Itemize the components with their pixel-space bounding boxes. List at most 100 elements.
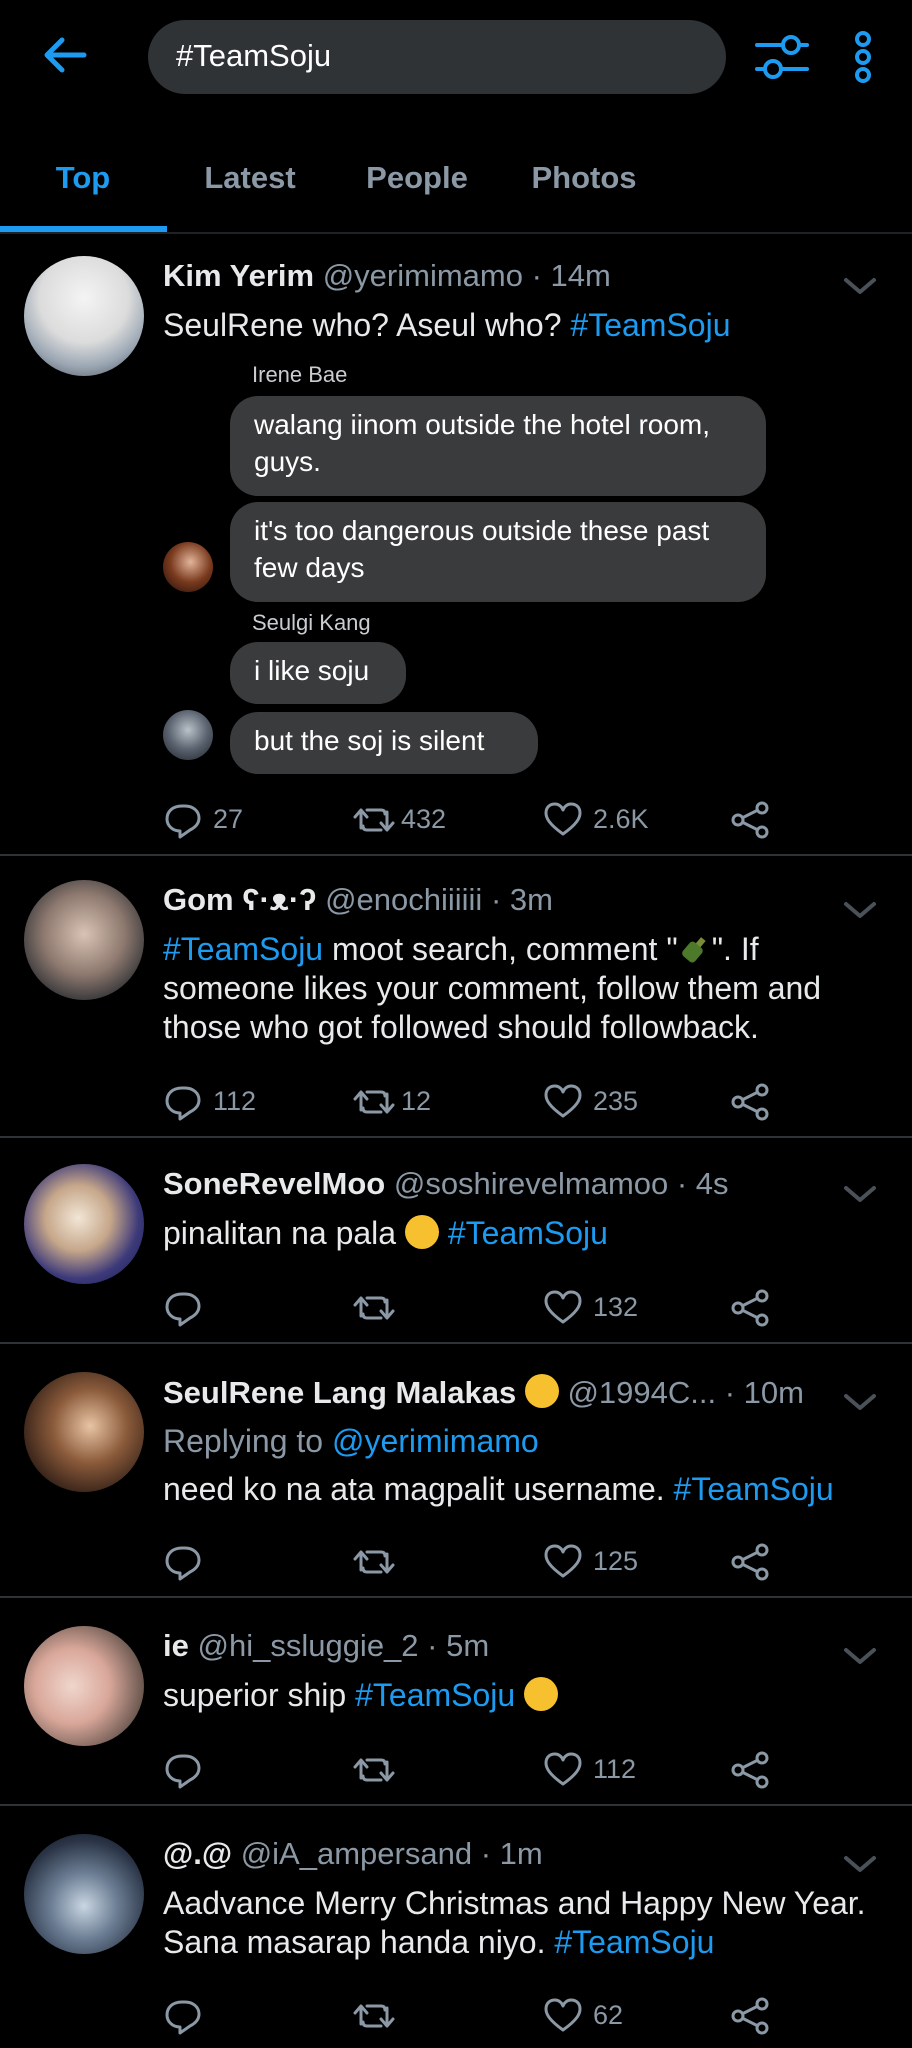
chevron-down-icon[interactable] xyxy=(843,1184,877,1206)
overflow-menu-icon[interactable] xyxy=(848,30,878,84)
tweet-text: Aadvance Merry Christmas and Happy New Y… xyxy=(163,1884,898,1962)
heart-icon xyxy=(544,802,582,836)
tweet-actions: 132 xyxy=(163,1286,783,1328)
tweet-text-plain: Aadvance Merry Christmas and Happy New Y… xyxy=(163,1885,866,1960)
tweet-time: · 5m xyxy=(427,1628,490,1663)
retweet-count: 12 xyxy=(401,1086,432,1116)
author-handle[interactable]: @hi_ssluggie_2 xyxy=(197,1628,418,1663)
tweet-actions: 62 xyxy=(163,1994,783,2036)
avatar[interactable] xyxy=(24,1834,144,1954)
chevron-down-icon[interactable] xyxy=(843,1392,877,1414)
retweet-icon xyxy=(353,1296,395,1320)
heart-icon xyxy=(544,1998,582,2032)
hashtag-link[interactable]: #TeamSoju xyxy=(163,931,323,967)
author-name[interactable]: SoneRevelMoo xyxy=(163,1166,385,1201)
tweet[interactable]: ie @hi_ssluggie_2 · 5m superior ship #Te… xyxy=(0,1598,912,1806)
bottle-emoji-icon xyxy=(681,937,706,963)
tweet-actions: 112 12 235 xyxy=(163,1080,783,1122)
author-name[interactable]: ie xyxy=(163,1628,189,1663)
hashtag-link[interactable]: #TeamSoju xyxy=(674,1471,834,1507)
chat-bubble: it's too dangerous outside these past fe… xyxy=(230,502,766,602)
hashtag-link[interactable]: #TeamSoju xyxy=(355,1677,515,1713)
like-count: 2.6K xyxy=(593,804,649,834)
hashtag-link[interactable]: #TeamSoju xyxy=(554,1924,714,1960)
avatar[interactable] xyxy=(24,1372,144,1492)
woozy-face-emoji-icon xyxy=(524,1374,559,1408)
tweet[interactable]: @.@ @iA_ampersand · 1m Aadvance Merry Ch… xyxy=(0,1806,912,2048)
tweet-text-plain: superior ship xyxy=(163,1677,347,1713)
chevron-down-icon[interactable] xyxy=(843,1854,877,1876)
reply-count: 27 xyxy=(213,804,244,834)
retweet-icon xyxy=(353,1758,395,1782)
replying-to-label: Replying to xyxy=(163,1423,324,1459)
tweet-time: · 3m xyxy=(490,882,553,917)
hashtag-link[interactable]: #TeamSoju xyxy=(570,307,730,343)
tweet-header: SeulRene Lang Malakas @1994C... · 10m xyxy=(163,1374,804,1411)
share-icon xyxy=(731,1289,769,1327)
reply-to-handle[interactable]: @yerimimamo xyxy=(332,1423,539,1459)
tired-face-emoji-icon xyxy=(524,1677,559,1711)
tweet-text-plain: pinalitan na pala xyxy=(163,1215,397,1251)
chevron-down-icon[interactable] xyxy=(843,276,877,298)
avatar[interactable] xyxy=(24,1626,144,1746)
tweet-actions: 27 432 2.6K xyxy=(163,798,783,840)
tweet[interactable]: SoneRevelMoo @soshirevelmamoo · 4s pinal… xyxy=(0,1138,912,1344)
tweet-text: pinalitan na pala #TeamSoju xyxy=(163,1214,898,1253)
author-handle[interactable]: @soshirevelmamoo xyxy=(394,1166,668,1201)
avatar[interactable] xyxy=(24,256,144,376)
avatar[interactable] xyxy=(24,880,144,1000)
tab-latest[interactable]: Latest xyxy=(167,140,333,224)
chat-avatar xyxy=(163,710,213,760)
tweet-text: #TeamSoju moot search, comment " ". If so… xyxy=(163,930,898,1047)
heart-icon xyxy=(544,1290,582,1324)
author-name[interactable]: Gom ʕ·ᴥ·ʔ xyxy=(163,882,316,917)
tweet-actions: 125 xyxy=(163,1540,783,1582)
heart-icon xyxy=(544,1752,582,1786)
author-handle[interactable]: @enochiiiiii xyxy=(325,882,482,917)
author-name[interactable]: @.@ xyxy=(163,1836,232,1871)
tweet-header: SoneRevelMoo @soshirevelmamoo · 4s xyxy=(163,1166,729,1202)
hashtag-link[interactable]: #TeamSoju xyxy=(448,1215,608,1251)
chat-sender-name: Irene Bae xyxy=(252,362,348,387)
like-count: 132 xyxy=(593,1292,639,1322)
tweet[interactable]: Gom ʕ·ᴥ·ʔ @enochiiiiii · 3m #TeamSoju mo… xyxy=(0,856,912,1138)
retweet-icon xyxy=(353,1090,395,1114)
like-count: 125 xyxy=(593,1546,639,1576)
search-input[interactable]: #TeamSoju xyxy=(148,20,726,94)
search-filter-icon[interactable] xyxy=(755,30,809,84)
tweet-time: · 14m xyxy=(531,258,611,293)
reply-icon xyxy=(165,1546,201,1581)
chevron-down-icon[interactable] xyxy=(843,900,877,922)
tweet-header: ie @hi_ssluggie_2 · 5m xyxy=(163,1628,489,1664)
reply-icon xyxy=(165,1754,201,1789)
share-icon xyxy=(731,1543,769,1581)
back-arrow-icon[interactable] xyxy=(40,30,90,80)
share-icon xyxy=(731,1751,769,1789)
tab-photos[interactable]: Photos xyxy=(501,140,667,224)
author-handle[interactable]: @1994C... xyxy=(567,1375,716,1410)
chat-avatar xyxy=(163,542,213,592)
chevron-down-icon[interactable] xyxy=(843,1646,877,1668)
tweet-text: superior ship #TeamSoju xyxy=(163,1676,898,1715)
like-count: 235 xyxy=(593,1086,639,1116)
tab-people[interactable]: People xyxy=(334,140,500,224)
chat-bubble: but the soj is silent xyxy=(230,712,538,774)
author-name[interactable]: Kim Yerim xyxy=(163,258,314,293)
tweet[interactable]: SeulRene Lang Malakas @1994C... · 10m Re… xyxy=(0,1344,912,1598)
attached-image[interactable]: Irene Bae walang iinom outside the hotel… xyxy=(160,362,866,782)
retweet-icon xyxy=(353,1550,395,1574)
chat-bubble: walang iinom outside the hotel room, guy… xyxy=(230,396,766,496)
tweet-time: · 1m xyxy=(480,1836,543,1871)
tweet[interactable]: Kim Yerim @yerimimamo · 14m SeulRene who… xyxy=(0,236,912,856)
top-bar: #TeamSoju xyxy=(0,0,912,120)
author-name[interactable]: SeulRene Lang Malakas xyxy=(163,1375,516,1410)
avatar[interactable] xyxy=(24,1164,144,1284)
heart-icon xyxy=(544,1544,582,1578)
author-handle[interactable]: @yerimimamo xyxy=(323,258,523,293)
author-handle[interactable]: @iA_ampersand xyxy=(241,1836,472,1871)
reply-count: 112 xyxy=(213,1086,257,1116)
tab-top[interactable]: Top xyxy=(0,140,166,224)
tweet-time: · 10m xyxy=(724,1375,804,1410)
tweet-header: Gom ʕ·ᴥ·ʔ @enochiiiiii · 3m xyxy=(163,882,553,918)
like-count: 62 xyxy=(593,2000,624,2030)
